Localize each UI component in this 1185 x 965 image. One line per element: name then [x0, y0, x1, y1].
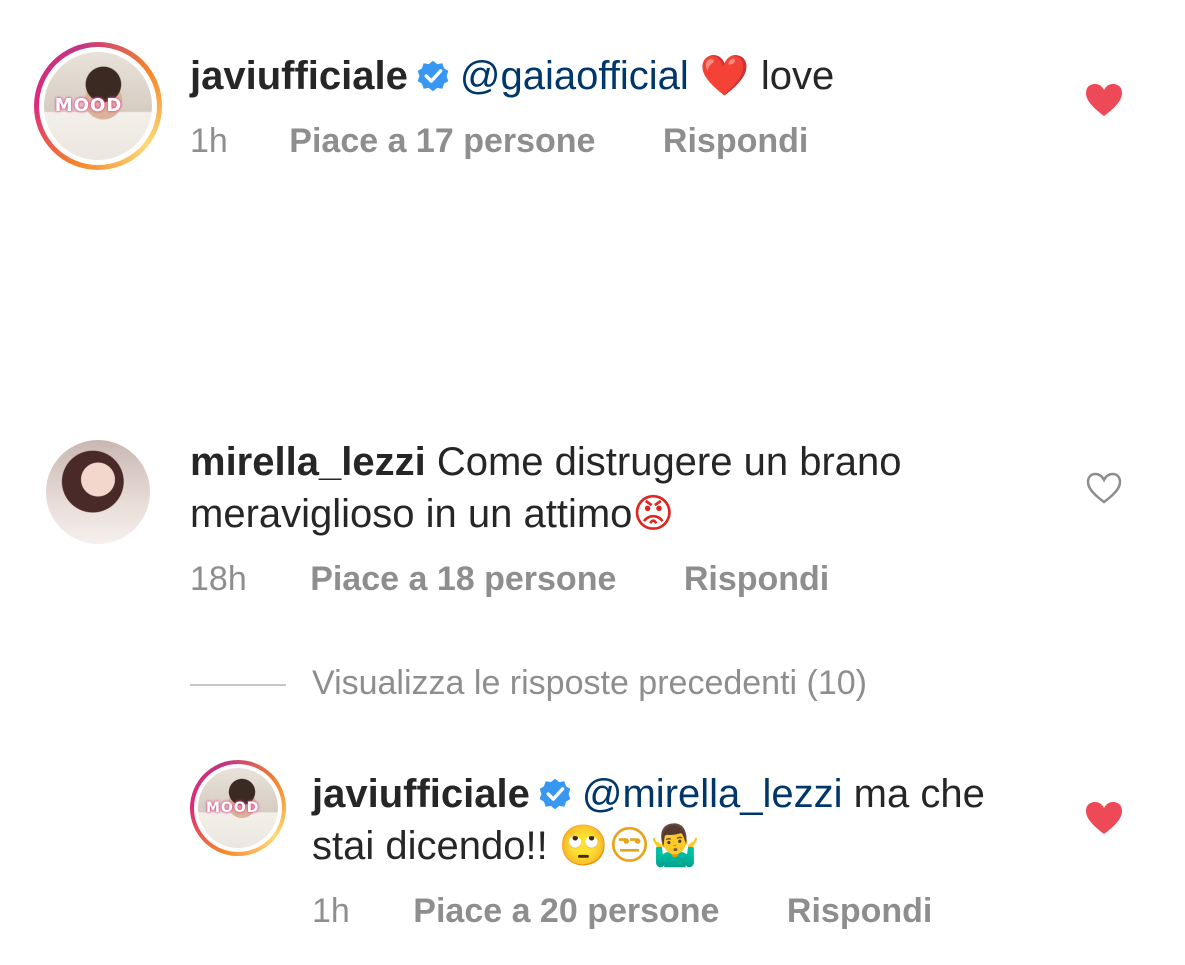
reply-text: javiufficiale @mirella_lezzi ma che [312, 768, 985, 820]
reply-body-line2: stai dicendo!! [312, 824, 548, 868]
heart-filled-icon[interactable] [1084, 82, 1124, 118]
verified-badge-icon [539, 778, 571, 810]
reply-button[interactable]: Rispondi [787, 892, 932, 931]
reply-button[interactable]: Rispondi [663, 122, 808, 161]
avatar-mood-badge: MOOD [206, 800, 260, 816]
avatar[interactable]: MOOD [34, 42, 162, 170]
avatar[interactable]: MOOD [190, 760, 286, 856]
likes-count[interactable]: Piace a 20 persone [413, 892, 719, 931]
comment-meta: 18h Piace a 18 persone Rispondi [190, 560, 829, 599]
mention-link[interactable]: @gaiaofficial [460, 54, 689, 98]
verified-badge-icon [417, 60, 449, 92]
comment-text: javiufficiale @gaiaofficial ❤️ love [190, 50, 834, 102]
username[interactable]: javiufficiale [190, 54, 408, 98]
reply-text-line2: stai dicendo!! 🙄😒🤷‍♂️ [312, 820, 700, 872]
angry-emoji: 😡 [632, 491, 675, 537]
username[interactable]: mirella_lezzi [190, 440, 426, 484]
timestamp: 1h [312, 892, 350, 930]
likes-count[interactable]: Piace a 18 persone [310, 560, 616, 599]
comment-body: love [760, 54, 835, 98]
comment-text: mirella_lezzi Come distrugere un brano [190, 436, 902, 488]
comment-meta: 1h Piace a 17 persone Rispondi [190, 122, 808, 161]
reply-emojis: 🙄😒🤷‍♂️ [558, 823, 701, 869]
username[interactable]: javiufficiale [312, 772, 530, 816]
comment-body-line1: Come distrugere un brano [436, 440, 902, 484]
reply-meta: 1h Piace a 20 persone Rispondi [312, 892, 932, 931]
reply-body-line1: ma che [853, 772, 985, 816]
timestamp: 18h [190, 560, 247, 598]
likes-count[interactable]: Piace a 17 persone [289, 122, 595, 161]
avatar-mood-badge: MOOD [54, 95, 123, 117]
timestamp: 1h [190, 122, 228, 160]
avatar[interactable] [46, 440, 150, 544]
comment-body-line2: meraviglioso in un attimo [190, 492, 633, 536]
mention-link[interactable]: @mirella_lezzi [582, 772, 843, 816]
heart-outline-icon[interactable] [1084, 470, 1124, 506]
view-previous-replies-button[interactable]: Visualizza le risposte precedenti (10) [312, 664, 867, 703]
reply-button[interactable]: Rispondi [684, 560, 829, 599]
replies-divider [190, 684, 286, 686]
heart-filled-icon[interactable] [1084, 800, 1124, 836]
heart-emoji: ❤️ [699, 53, 750, 99]
comment-text-line2: meraviglioso in un attimo😡 [190, 488, 674, 540]
